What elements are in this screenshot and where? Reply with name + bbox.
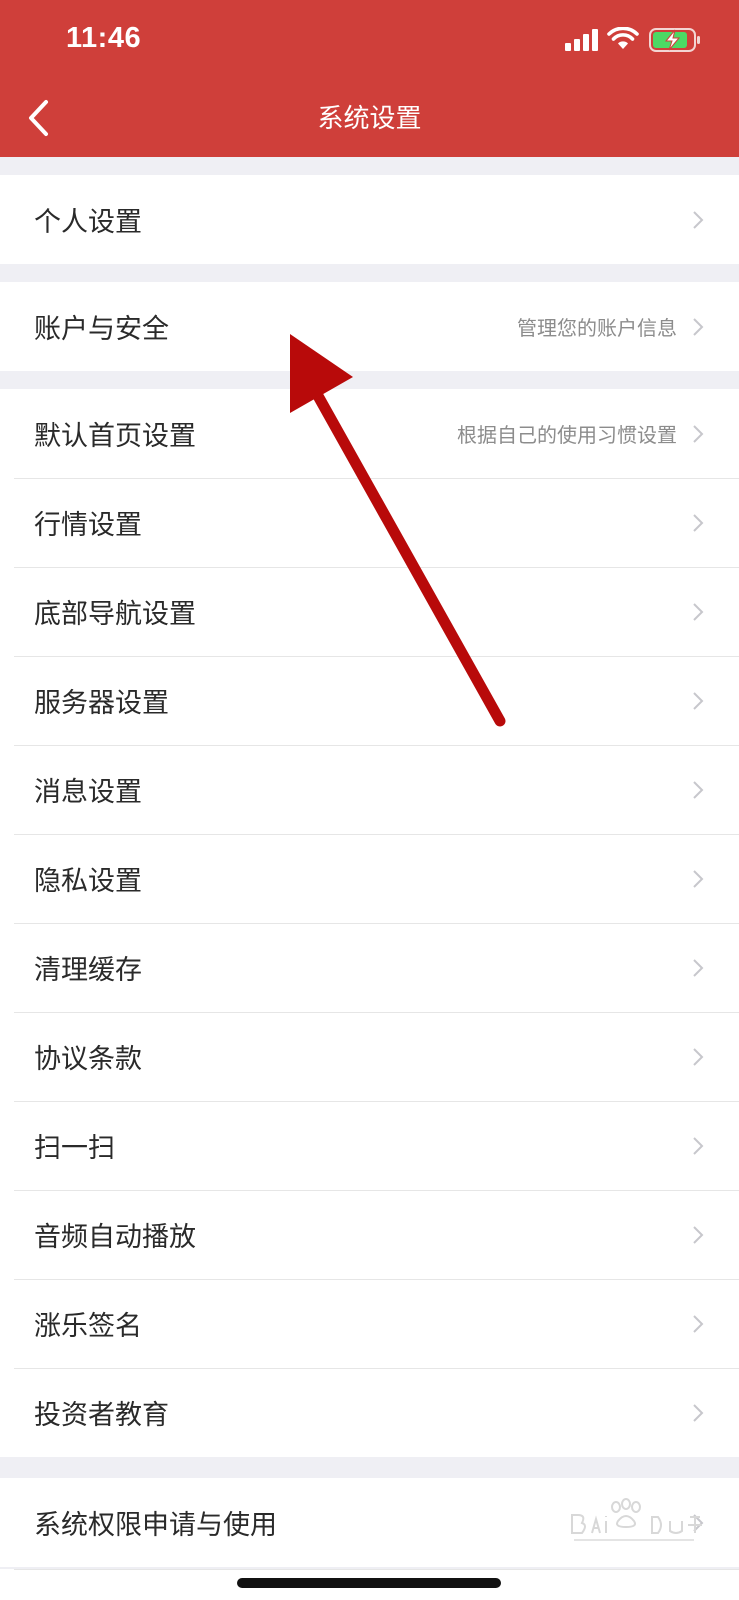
settings-item-investor-education[interactable]: 投资者教育 [0,1368,739,1457]
chevron-right-icon [693,958,704,977]
settings-item-signature[interactable]: 涨乐签名 [0,1279,739,1368]
settings-group-personal: 个人设置 [0,175,739,264]
settings-item-personal[interactable]: 个人设置 [0,175,739,264]
settings-item-label: 个人设置 [34,207,142,238]
settings-item-desc: 根据自己的使用习惯设置 [457,423,677,447]
settings-item-label: 消息设置 [34,777,142,808]
settings-item-account-security[interactable]: 账户与安全 管理您的账户信息 [0,282,739,371]
settings-item-scan[interactable]: 扫一扫 [0,1101,739,1190]
home-indicator[interactable] [237,1578,501,1588]
settings-item-clear-cache[interactable]: 清理缓存 [0,923,739,1012]
chevron-right-icon [693,210,704,229]
settings-item-label: 协议条款 [34,1044,142,1075]
settings-item-audio-autoplay[interactable]: 音频自动播放 [0,1190,739,1279]
chevron-right-icon [693,513,704,532]
chevron-right-icon [693,424,704,443]
settings-item-desc: 管理您的账户信息 [517,316,677,340]
chevron-right-icon [693,1225,704,1244]
settings-item-server[interactable]: 服务器设置 [0,656,739,745]
baidu-watermark-logo [571,1498,702,1541]
settings-item-default-home[interactable]: 默认首页设置 根据自己的使用习惯设置 [0,389,739,478]
chevron-right-icon [693,1314,704,1333]
settings-item-label: 投资者教育 [34,1400,169,1431]
settings-item-label: 默认首页设置 [34,421,196,452]
chevron-right-icon [693,1403,704,1422]
settings-item-label: 底部导航设置 [34,599,196,630]
wifi-icon [607,27,639,49]
settings-item-message[interactable]: 消息设置 [0,745,739,834]
chevron-right-icon [693,602,704,621]
chevron-right-icon [693,869,704,888]
settings-item-label: 账户与安全 [34,314,169,345]
settings-item-privacy[interactable]: 隐私设置 [0,834,739,923]
settings-item-label: 扫一扫 [34,1133,115,1164]
page-title: 系统设置 [317,104,422,134]
chevron-right-icon [693,1047,704,1066]
settings-group-account: 账户与安全 管理您的账户信息 [0,282,739,371]
battery-charging-icon [649,28,700,52]
settings-item-agreement[interactable]: 协议条款 [0,1012,739,1101]
chevron-right-icon [693,1136,704,1155]
settings-item-label: 服务器设置 [34,688,169,719]
settings-item-label: 行情设置 [34,510,142,541]
settings-item-bottom-nav[interactable]: 底部导航设置 [0,567,739,656]
chevron-right-icon [693,780,704,799]
settings-group-general: 默认首页设置 根据自己的使用习惯设置 行情设置 底部导航设置 服务器设置 消息设… [0,389,739,1457]
settings-item-label: 清理缓存 [34,955,142,986]
settings-item-label: 涨乐签名 [34,1311,142,1342]
app-header: 11:46 系统设置 [0,0,739,157]
settings-item-market[interactable]: 行情设置 [0,478,739,567]
chevron-right-icon [693,691,704,710]
chevron-right-icon [693,317,704,336]
cellular-signal-icon [565,29,598,51]
settings-item-label: 音频自动播放 [34,1222,196,1253]
settings-item-label: 系统权限申请与使用 [34,1510,277,1541]
settings-item-label: 隐私设置 [34,866,142,897]
status-time: 11:46 [66,22,142,54]
